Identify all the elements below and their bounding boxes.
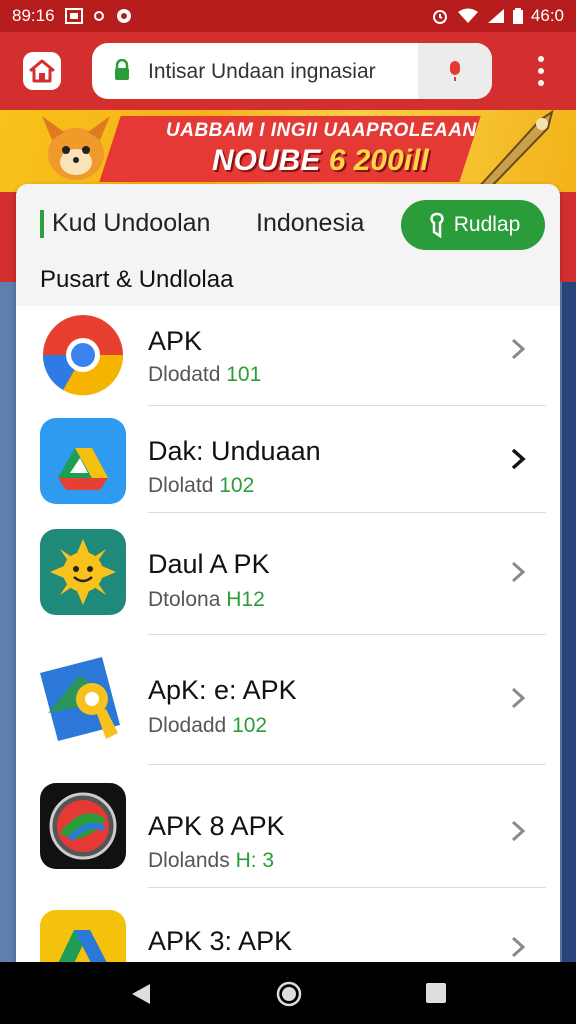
battery-icon <box>512 8 523 24</box>
app-subtitle: Dlodatd 101 <box>148 363 261 387</box>
signal-icon <box>487 8 505 24</box>
alarm-icon <box>431 7 449 25</box>
sun-icon <box>40 529 126 615</box>
app-subtitle: Dtolona H12 <box>148 588 265 612</box>
cta-button[interactable]: Rudlap <box>401 200 545 250</box>
divider <box>148 634 546 635</box>
chevron-right-icon[interactable] <box>508 934 528 960</box>
status-clock-right: 46:0 <box>530 6 564 25</box>
divider <box>148 887 546 888</box>
divider <box>148 405 546 406</box>
chevron-right-icon[interactable] <box>508 336 528 362</box>
system-nav-bar <box>0 962 576 1024</box>
app-sub-label: Dlodatd <box>148 363 221 386</box>
app-title: Dak: Unduaan <box>148 436 321 466</box>
app-title: APK 3: APK <box>148 926 293 956</box>
divider <box>148 512 546 513</box>
app-title: ApK: e: APK <box>148 675 297 705</box>
ring-icon <box>93 10 105 22</box>
url-text[interactable]: Intisar Undaan ingnasiar <box>148 60 376 84</box>
tab-secondary[interactable]: Indonesia <box>256 209 364 238</box>
download-icon <box>430 212 444 238</box>
tab-primary[interactable]: Kud Undoolan <box>52 209 210 238</box>
lock-icon <box>114 58 130 86</box>
background-blue-edge <box>562 282 576 962</box>
app-subtitle: Dlolatd 102 <box>148 474 254 498</box>
download-card: Kud Undoolan Indonesia Rudlap Pusart & U… <box>16 184 560 974</box>
banner-line-2-highlight: 6 200ill <box>328 144 429 177</box>
mascot-icon <box>36 110 116 192</box>
chevron-right-icon[interactable] <box>508 818 528 844</box>
app-version: 102 <box>232 714 268 737</box>
app-version: 102 <box>219 474 255 497</box>
banner-line-2: NOUBE 6 200ill <box>212 144 429 178</box>
banner-line-1: UABBAM I INGII UAAPROLEAAN <box>166 120 477 141</box>
browser-toolbar: Intisar Undaan ingnasiar <box>0 32 576 110</box>
app-version: H12 <box>226 588 265 611</box>
lens-icon <box>40 783 126 869</box>
mic-icon[interactable] <box>418 43 492 99</box>
home-circle-icon[interactable] <box>276 981 302 1012</box>
recents-icon[interactable] <box>426 983 446 1003</box>
banner-line-2-text: NOUBE <box>212 144 329 177</box>
divider <box>148 764 546 765</box>
wifi-icon <box>457 8 479 24</box>
app-subtitle: Dlodadd 102 <box>148 714 267 738</box>
url-bar[interactable]: Intisar Undaan ingnasiar <box>92 43 492 99</box>
section-title: Pusart & Undlolaa <box>40 266 234 293</box>
app-title: Daul A PK <box>148 549 270 579</box>
app-subtitle: Dlolands H: 3 <box>148 849 274 873</box>
alert-icon <box>115 8 133 24</box>
maps-icon <box>40 655 126 741</box>
chrome-icon <box>40 312 126 398</box>
app-sub-label: Dtolona <box>148 588 221 611</box>
status-bar: 89:16 46:0 <box>0 0 576 32</box>
app-sub-label: Dlodadd <box>148 714 227 737</box>
app-sub-label: Dlolatd <box>148 474 214 497</box>
promo-banner[interactable]: UABBAM I INGII UAAPROLEAAN NOUBE 6 200il… <box>0 110 576 192</box>
status-time: 89:16 <box>12 6 55 25</box>
tab-indicator <box>40 210 44 238</box>
app-title: APK <box>148 326 203 356</box>
drive-icon <box>40 418 126 504</box>
more-vert-icon[interactable] <box>528 56 554 86</box>
rocket-icon <box>470 110 560 192</box>
chevron-right-icon[interactable] <box>508 685 528 711</box>
chevron-right-icon[interactable] <box>508 559 528 585</box>
app-version: 101 <box>226 363 262 386</box>
home-icon[interactable] <box>23 52 61 90</box>
app-sub-label: Dlolands <box>148 849 230 872</box>
app-version: H: 3 <box>235 849 275 872</box>
back-icon[interactable] <box>130 982 152 1011</box>
card-header: Kud Undoolan Indonesia Rudlap Pusart & U… <box>16 184 560 306</box>
photo-icon <box>64 8 83 24</box>
cta-label: Rudlap <box>453 213 521 236</box>
app-title: APK 8 APK <box>148 811 285 841</box>
chevron-right-icon[interactable] <box>508 446 528 472</box>
